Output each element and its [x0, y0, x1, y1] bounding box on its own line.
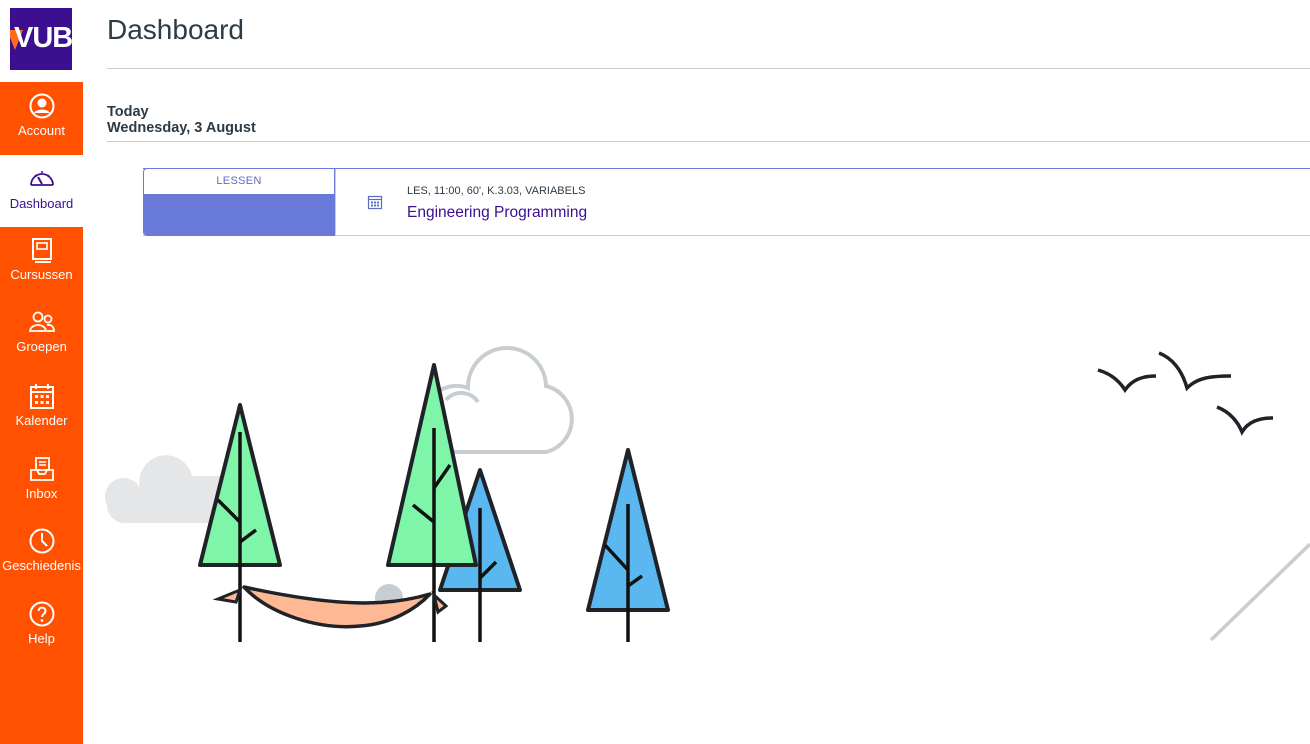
planner-item-body: [335, 169, 1310, 235]
cloud-outline-lower: [444, 390, 480, 404]
nav-label-geschiedenis: Geschiedenis: [2, 558, 81, 573]
empty-planner-illustration: [104, 346, 1310, 642]
bird-1: [1097, 368, 1157, 394]
bird-2: [1158, 351, 1232, 392]
planner-item-meta: LES, 11:00, 60', K.3.03, VARIABELS: [407, 185, 586, 197]
nav-label-dashboard: Dashboard: [9, 196, 74, 211]
nav-item-dashboard[interactable]: Dashboard: [0, 155, 83, 227]
day-label: Today: [107, 104, 149, 120]
nav-item-geschiedenis[interactable]: Geschiedenis: [0, 527, 83, 599]
user-circle-icon: [29, 93, 54, 119]
calendar-icon: [29, 384, 54, 409]
nav-label-inbox: Inbox: [25, 486, 58, 501]
date-label: Wednesday, 3 August: [107, 120, 256, 136]
hill-line: [1209, 542, 1310, 642]
logo-text: VUB: [14, 22, 72, 54]
vub-logo[interactable]: VUB: [10, 8, 72, 70]
hammock: [242, 585, 432, 629]
course-tag-label: LESSEN: [216, 175, 262, 187]
global-navigation: VUB Account Dashboard Cursussen Groepen …: [0, 0, 83, 744]
nav-label-help: Help: [28, 631, 55, 646]
course-color-block: [144, 194, 334, 235]
nav-label-kalender: Kalender: [15, 413, 68, 428]
clock-icon: [29, 528, 54, 554]
inbox-icon: [29, 457, 54, 481]
calendar-icon: [367, 195, 383, 210]
planner-day-heading: Today Wednesday, 3 August: [107, 104, 256, 136]
logo-area[interactable]: VUB: [0, 0, 83, 82]
help-icon: [29, 601, 54, 627]
nav-item-inbox[interactable]: Inbox: [0, 455, 83, 527]
book-icon: [31, 238, 52, 263]
nav-item-kalender[interactable]: Kalender: [0, 382, 83, 454]
nav-label-groepen: Groepen: [16, 339, 67, 354]
nav-item-cursussen[interactable]: Cursussen: [0, 236, 83, 308]
people-icon: [28, 311, 55, 332]
course-tag[interactable]: LESSEN: [143, 168, 335, 236]
bird-3: [1216, 405, 1274, 436]
nav-item-help[interactable]: Help: [0, 600, 83, 672]
nav-label-account: Account: [18, 123, 65, 138]
nav-item-groepen[interactable]: Groepen: [0, 308, 83, 380]
page-title: Dashboard: [107, 14, 244, 45]
nav-item-account[interactable]: Account: [0, 82, 83, 155]
header-divider: [107, 68, 1310, 69]
nav-label-cursussen: Cursussen: [10, 267, 73, 282]
speedometer-icon: [29, 171, 54, 186]
day-divider: [107, 141, 1310, 142]
planner-item-title-link[interactable]: Engineering Programming: [407, 204, 587, 222]
